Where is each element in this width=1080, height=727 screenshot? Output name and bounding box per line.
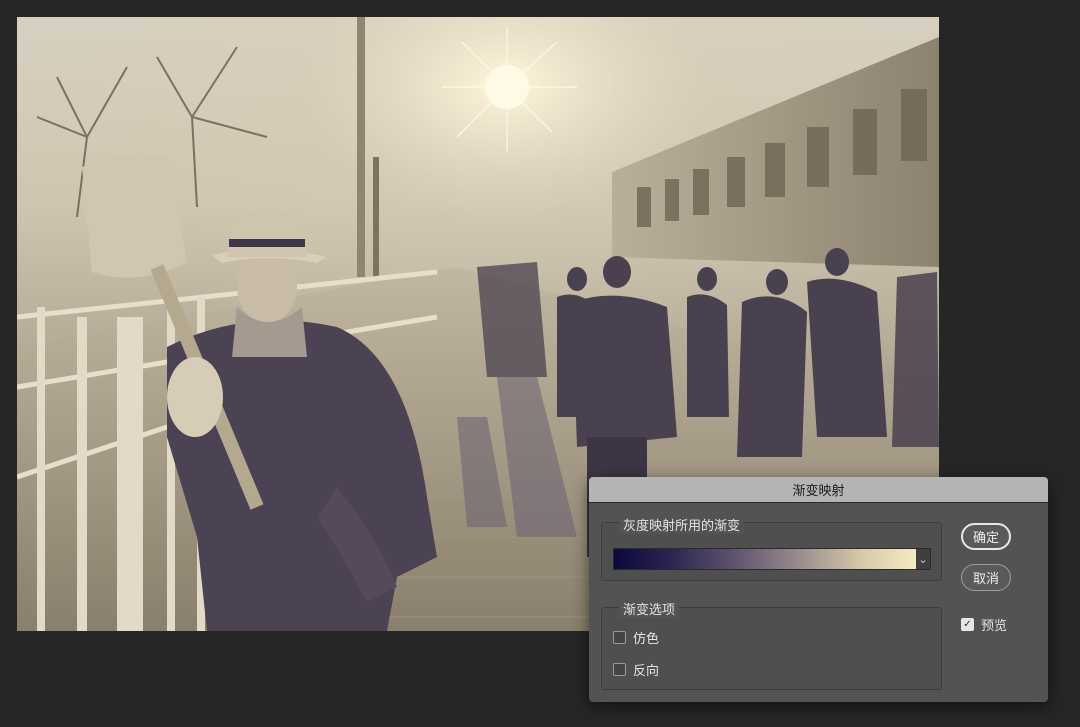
reverse-checkbox[interactable]: 反向 (613, 660, 659, 679)
dialog-titlebar[interactable]: 渐变映射 (589, 477, 1048, 503)
ok-button[interactable]: 确定 (961, 523, 1011, 550)
gradient-group-label: 灰度映射所用的渐变 (619, 515, 745, 534)
options-group-label: 渐变选项 (619, 599, 680, 618)
checkmark-icon: ✓ (963, 618, 972, 630)
cancel-button[interactable]: 取消 (961, 564, 1011, 591)
dither-label: 仿色 (633, 632, 660, 647)
gradient-map-dialog: 渐变映射 灰度映射所用的渐变 ⌄ 渐变选项 仿色 反向 确定 取消 ✓ 预览 (589, 477, 1048, 702)
gradient-dropdown-button[interactable]: ⌄ (916, 548, 931, 570)
reverse-label: 反向 (633, 664, 660, 679)
dither-checkbox-box[interactable] (613, 631, 626, 644)
preview-checkbox-box[interactable]: ✓ (961, 618, 974, 631)
chevron-down-icon: ⌄ (918, 552, 928, 566)
dialog-title: 渐变映射 (792, 484, 845, 499)
preview-checkbox[interactable]: ✓ 预览 (961, 615, 1007, 634)
preview-label: 预览 (981, 619, 1008, 634)
reverse-checkbox-box[interactable] (613, 663, 626, 676)
gradient-preview-bar[interactable] (613, 548, 917, 570)
dither-checkbox[interactable]: 仿色 (613, 628, 659, 647)
